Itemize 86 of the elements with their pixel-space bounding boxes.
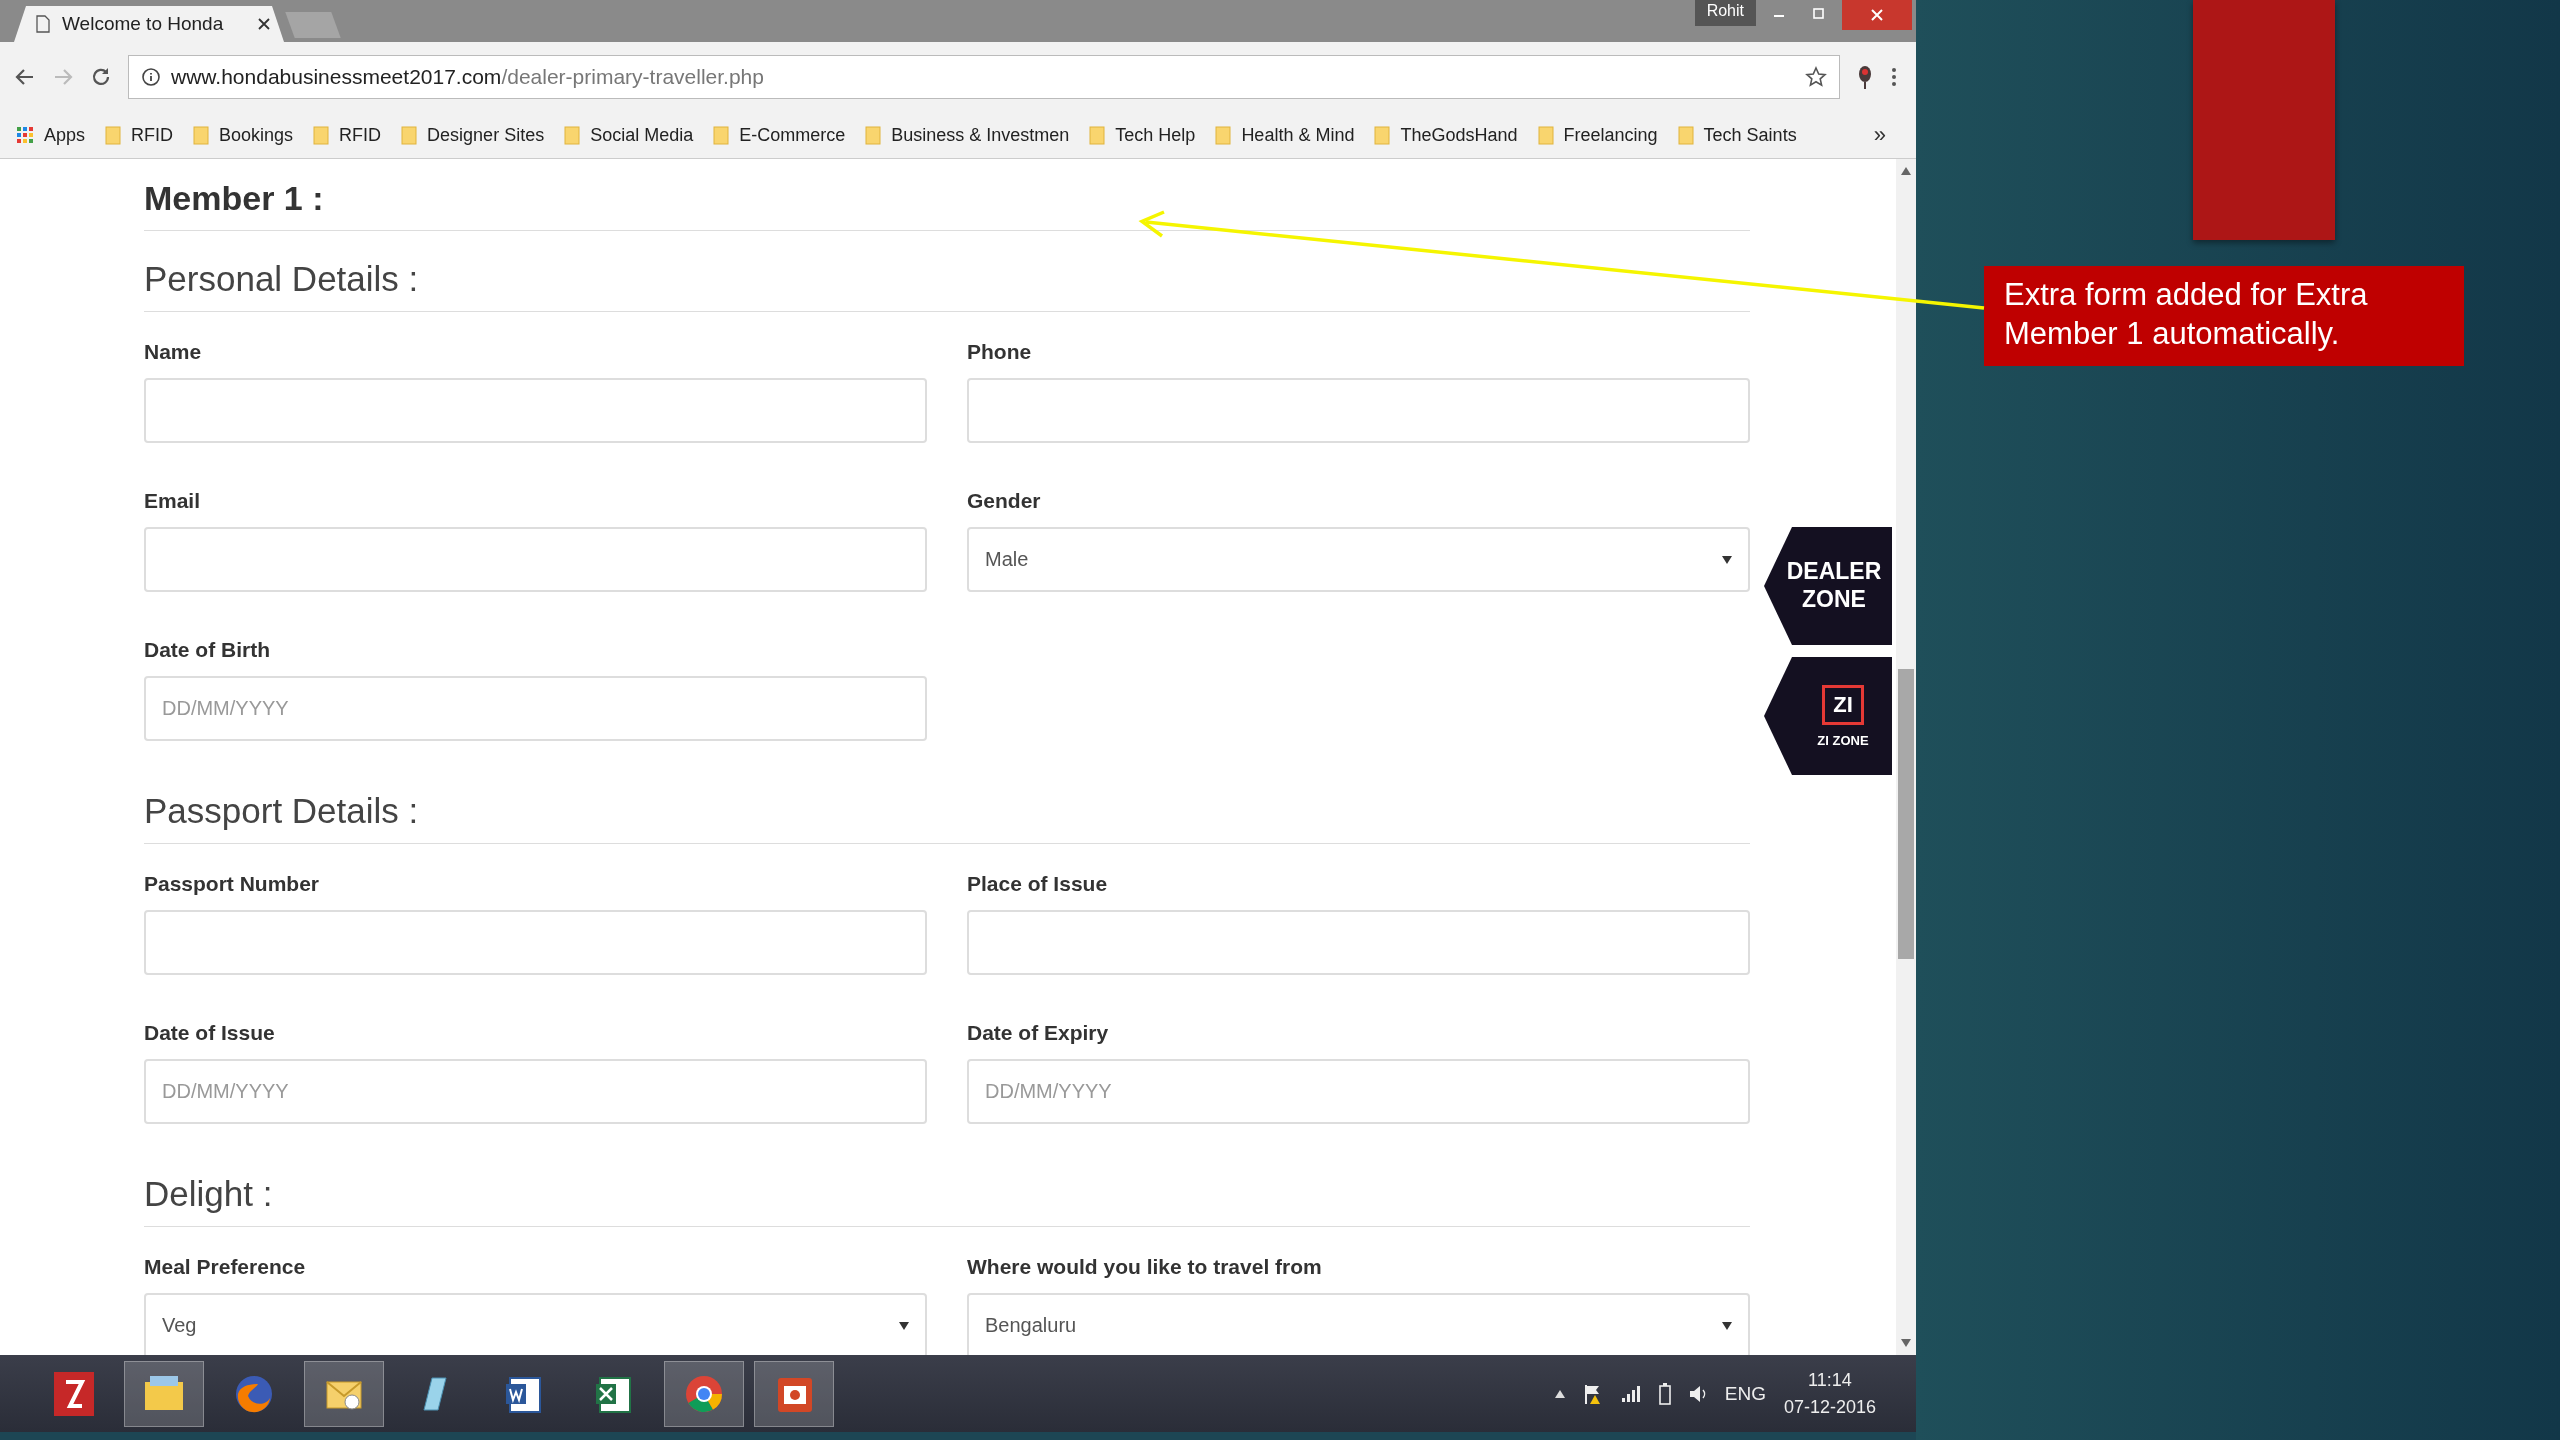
- folder-icon: [1677, 125, 1694, 145]
- browser-tab[interactable]: Welcome to Honda: [14, 6, 284, 42]
- info-icon: [141, 67, 161, 87]
- clock[interactable]: 11:14 07-12-2016: [1783, 1366, 1876, 1421]
- folder-icon: [1089, 125, 1106, 145]
- folder-icon: [1374, 125, 1391, 145]
- profile-name[interactable]: Rohit: [1694, 0, 1756, 26]
- battery-icon[interactable]: [1658, 1382, 1671, 1405]
- section-heading: Delight :: [144, 1174, 274, 1214]
- star-icon[interactable]: [1805, 66, 1827, 88]
- taskbar-app-button[interactable]: [754, 1360, 834, 1427]
- field-label: Email: [144, 489, 202, 513]
- bookmark-folder[interactable]: RFID: [105, 124, 174, 146]
- flag-icon[interactable]: [1582, 1382, 1603, 1405]
- field-label: Place of Issue: [967, 872, 1109, 896]
- select-field[interactable]: Veg: [144, 1293, 927, 1355]
- close-icon[interactable]: [258, 18, 270, 30]
- field-label: Date of Birth: [144, 638, 271, 662]
- field-label: Phone: [967, 340, 1033, 364]
- field-label: Passport Number: [144, 872, 321, 896]
- input-field[interactable]: [144, 378, 927, 443]
- callout: Extra form added for Extra Member 1 automatically.: [1984, 266, 2464, 366]
- folder-icon: [401, 125, 418, 145]
- letter-tile-icon: [52, 1369, 96, 1418]
- field-label: Gender: [967, 489, 1042, 513]
- bookmark-folder[interactable]: Designer Sites: [401, 124, 545, 146]
- bookmark-folder[interactable]: Bookings: [193, 124, 294, 146]
- field-label: Date of Expiry: [967, 1021, 1110, 1045]
- scroll-up-icon[interactable]: [1901, 167, 1911, 175]
- input-field[interactable]: [967, 378, 1750, 443]
- menu-icon[interactable]: [1890, 66, 1898, 88]
- caret-icon: [1722, 1321, 1732, 1330]
- member-heading: Member 1 :: [144, 179, 325, 218]
- bookmark-folder[interactable]: E-Commerce: [713, 124, 846, 146]
- page-icon: [36, 15, 50, 33]
- speaker-icon[interactable]: [1688, 1383, 1707, 1404]
- close-window-button[interactable]: [1842, 0, 1912, 30]
- scrollbar-thumb[interactable]: [1898, 669, 1914, 959]
- bookmark-folder[interactable]: Health & Mind: [1215, 124, 1355, 146]
- scrollbar[interactable]: [1896, 159, 1916, 1355]
- dealer-zone-tab[interactable]: DEALER ZONE: [1764, 527, 1892, 645]
- bookmark-folder[interactable]: Freelancing: [1537, 124, 1658, 146]
- bookmark-folder[interactable]: TheGodsHand: [1374, 124, 1518, 146]
- select-field[interactable]: Male: [967, 527, 1750, 592]
- input-field[interactable]: [144, 910, 927, 975]
- folder-icon: [193, 125, 210, 145]
- folder-icon: [1215, 125, 1232, 145]
- apps-shortcut[interactable]: Apps: [16, 124, 86, 146]
- zi-zone-tab[interactable]: ZI ZI ZONE: [1764, 657, 1892, 775]
- show-hidden-icons-icon[interactable]: [1554, 1389, 1565, 1398]
- bookmark-folder[interactable]: RFID: [313, 124, 382, 146]
- folder-icon: [1537, 125, 1554, 145]
- input-field[interactable]: [144, 527, 927, 592]
- input-field[interactable]: DD/MM/YYYY: [144, 1059, 927, 1124]
- bookmark-folder[interactable]: Tech Saints: [1677, 124, 1797, 146]
- field-label: Name: [144, 340, 203, 364]
- input-field[interactable]: DD/MM/YYYY: [144, 676, 927, 741]
- section-heading: Personal Details :: [144, 259, 420, 299]
- reload-icon[interactable]: [90, 66, 112, 88]
- field-label: Meal Preference: [144, 1255, 307, 1279]
- scroll-down-icon[interactable]: [1901, 1339, 1911, 1347]
- bookmark-folder[interactable]: Business & Investmen: [865, 124, 1070, 146]
- bookmark-folder[interactable]: Social Media: [564, 124, 694, 146]
- address-field[interactable]: www.hondabusinessmeet2017.com/dealer-primary-traveller.php: [128, 55, 1840, 99]
- folder-icon: [564, 125, 581, 145]
- field-label: Date of Issue: [144, 1021, 276, 1045]
- close-icon: [1870, 8, 1884, 22]
- folder-icon: [713, 125, 730, 145]
- folder-icon: [105, 125, 122, 145]
- language-indicator[interactable]: ENG: [1724, 1382, 1766, 1405]
- folder-icon: [313, 125, 330, 145]
- grid-icon: [16, 126, 34, 144]
- bookmark-folder[interactable]: Tech Help: [1089, 124, 1196, 146]
- folder-icon: [865, 125, 882, 145]
- taskbar-app-button[interactable]: [304, 1360, 384, 1427]
- maximize-icon[interactable]: [1812, 6, 1826, 20]
- caret-icon: [899, 1321, 909, 1330]
- field-label: Where would you like to travel from: [967, 1255, 1323, 1279]
- caret-icon: [1722, 555, 1732, 564]
- signal-icon[interactable]: [1620, 1384, 1641, 1403]
- input-field[interactable]: DD/MM/YYYY: [967, 1059, 1750, 1124]
- select-field[interactable]: Bengaluru: [967, 1293, 1750, 1355]
- section-heading: Passport Details :: [144, 791, 420, 831]
- extension-icon[interactable]: [1856, 64, 1874, 90]
- input-field[interactable]: [967, 910, 1750, 975]
- more-bookmarks-button[interactable]: »: [1873, 122, 1886, 148]
